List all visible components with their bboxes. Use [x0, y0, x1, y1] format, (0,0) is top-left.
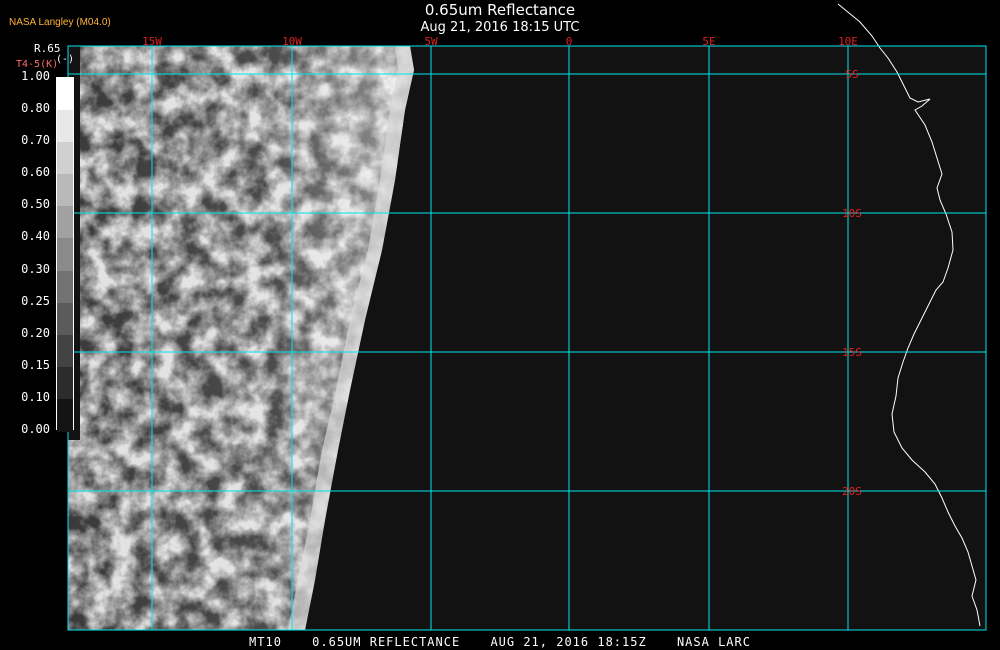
colorbar-swatch [57, 398, 73, 432]
colorbar-label: 0.30 [21, 261, 50, 276]
colorbar-swatch [57, 110, 73, 144]
colorbar-label: 0.70 [21, 133, 50, 148]
colorbar-swatch [57, 334, 73, 368]
colorbar-swatch [57, 270, 73, 304]
longitude-label: 5W [424, 35, 438, 48]
colorbar-swatch [57, 366, 73, 400]
colorbar-swatch [57, 238, 73, 272]
footer-product: MT10 [249, 635, 282, 649]
colorbar-label: 0.40 [21, 229, 50, 244]
footer-source: NASA LARC [676, 635, 751, 649]
colorbar-unit: (-) [56, 54, 75, 65]
colorbar-swatch [57, 142, 73, 176]
colorbar-swatch [57, 174, 73, 208]
footer: MT10 0.65UM REFLECTANCE AUG 21, 2016 18:… [0, 635, 1000, 649]
colorbar-label: 0.20 [21, 325, 50, 340]
colorbar-swatch [57, 302, 73, 336]
colorbar [56, 77, 74, 432]
longitude-label: 0 [566, 35, 573, 48]
longitude-label: 10E [838, 35, 858, 48]
longitude-label: 5E [702, 35, 715, 48]
colorbar-label: 0.50 [21, 197, 50, 212]
colorbar-swatch [57, 206, 73, 240]
footer-name: 0.65UM REFLECTANCE [312, 635, 461, 649]
latitude-label: 15S [842, 346, 862, 359]
colorbar-label: 1.00 [21, 69, 50, 83]
colorbar-swatch [57, 78, 73, 112]
latitude-label: 5S [845, 68, 858, 81]
footer-datetime: AUG 21, 2016 18:15Z [490, 635, 647, 649]
latitude-label: 10S [842, 207, 862, 220]
colorbar-label: 0.80 [21, 101, 50, 116]
colorbar-label: 0.10 [21, 389, 50, 404]
colorbar-label: 0.00 [21, 422, 50, 436]
longitude-label: 15W [142, 35, 162, 48]
latitude-label: 20S [842, 485, 862, 498]
colorbar-label: 0.25 [21, 293, 50, 308]
longitude-label: 10W [282, 35, 302, 48]
colorbar-label: 0.15 [21, 357, 50, 372]
colorbar-label: 0.60 [21, 165, 50, 180]
satellite-map: 15W 10W 5W 0 5E 10E 5S 10S 15S 20S [67, 3, 987, 631]
